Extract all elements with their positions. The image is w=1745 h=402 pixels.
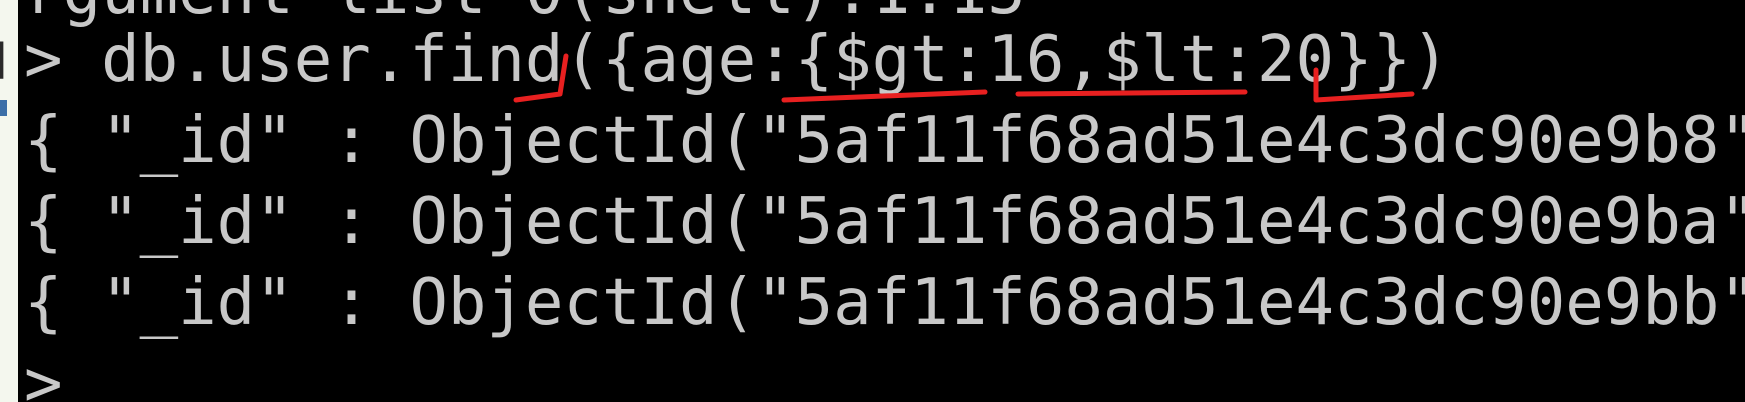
console-result-line: { "_id" : ObjectId("5af11f68ad51e4c3dc90… <box>24 104 1745 178</box>
window-left-edge: 】 <box>0 0 30 402</box>
window-edge-accent <box>0 100 7 116</box>
console-result-line: { "_id" : ObjectId("5af11f68ad51e4c3dc90… <box>24 185 1745 259</box>
console-prompt-line: > <box>24 347 63 402</box>
screenshot-frame: 】 rgument list 0(shell):1:15 > db.user.f… <box>0 0 1745 402</box>
terminal-console[interactable]: rgument list 0(shell):1:15 > db.user.fin… <box>18 0 1745 402</box>
console-result-line: { "_id" : ObjectId("5af11f68ad51e4c3dc90… <box>24 266 1745 340</box>
console-command-line: > db.user.find({age:{$gt:16,$lt:20}}) <box>24 23 1450 97</box>
